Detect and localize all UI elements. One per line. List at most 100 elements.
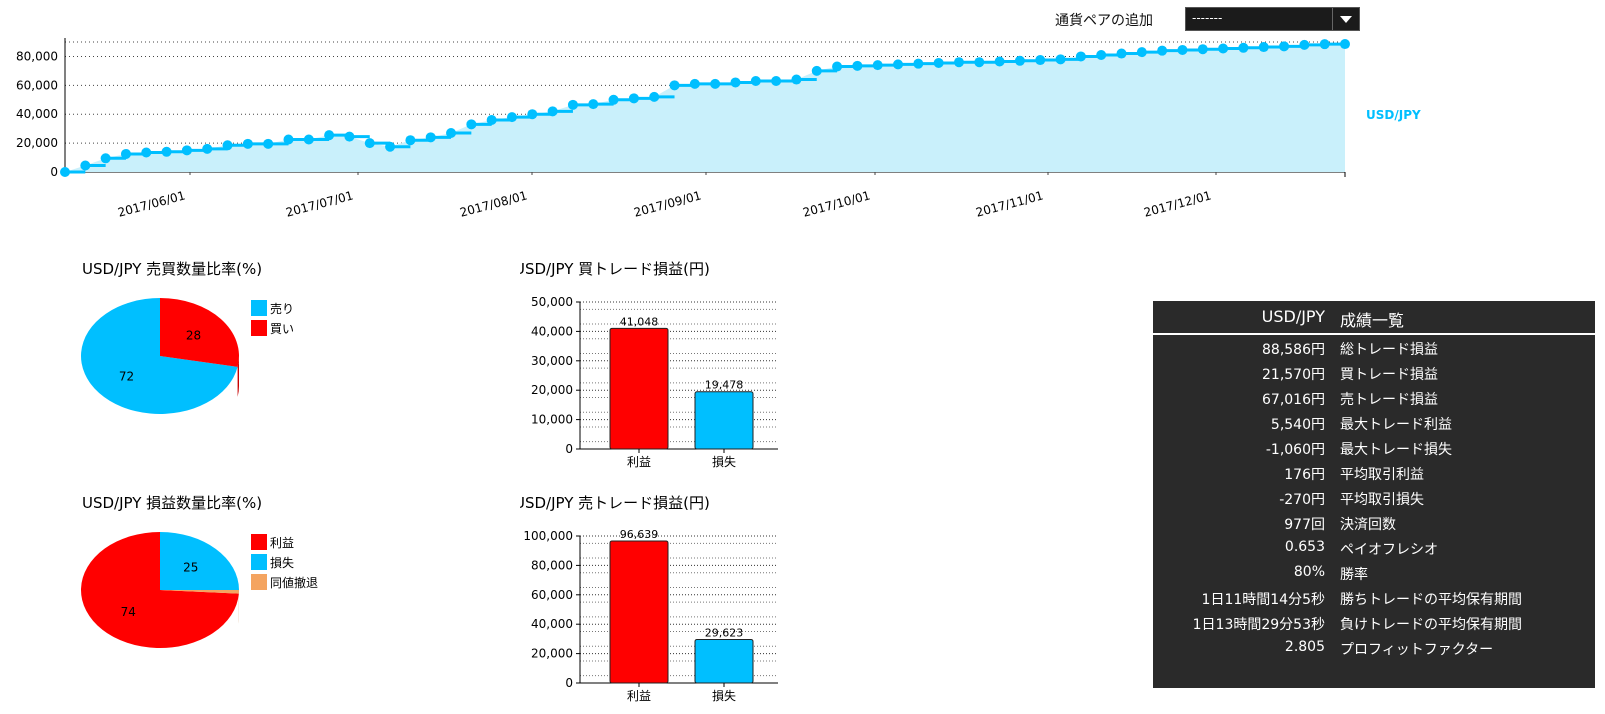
data-point (832, 61, 843, 72)
data-point (689, 78, 700, 89)
data-point (60, 167, 70, 177)
stats-label: 平均取引損失 (1340, 492, 1424, 508)
bar-value-label: 19,478 (705, 379, 744, 392)
y-tick-label: 40,000 (16, 107, 58, 121)
stats-value: 977回 (1284, 517, 1325, 533)
x-tick-label: 2017/09/01 (632, 188, 702, 219)
stats-label: 買トレード損益 (1340, 367, 1438, 383)
data-point (283, 134, 294, 145)
stats-header: USD/JPY 成績一覧 (1153, 301, 1595, 335)
y-tick-label: 80,000 (16, 49, 58, 63)
x-tick-label: 2017/12/01 (1142, 188, 1212, 219)
stats-label: プロフィットファクター (1340, 642, 1494, 658)
data-point (1197, 44, 1208, 55)
data-point (303, 134, 314, 145)
stats-label: 最大トレード利益 (1340, 417, 1452, 433)
stats-label: 負けトレードの平均保有期間 (1340, 617, 1522, 633)
data-point (1218, 43, 1229, 54)
data-point (100, 153, 111, 164)
data-point (872, 60, 883, 71)
pair-select[interactable]: ------- (1185, 7, 1360, 31)
stats-value: 1日11時間14分5秒 (1201, 592, 1325, 608)
bar (609, 327, 669, 450)
data-point (771, 76, 782, 86)
y-tick-label: 0 (565, 442, 573, 456)
data-point (527, 109, 538, 120)
legend-swatch (251, 320, 267, 336)
bar-title: USD/JPY 売トレード損益(円) (520, 494, 710, 512)
y-tick-label: 20,000 (531, 383, 573, 397)
y-tick-label: 100,000 (523, 529, 573, 543)
data-point (466, 119, 477, 130)
data-point (588, 99, 599, 110)
y-tick-label: 30,000 (531, 354, 573, 368)
bar (694, 638, 754, 684)
y-tick-label: 10,000 (531, 413, 573, 427)
data-point (1035, 55, 1046, 66)
data-point (567, 99, 578, 110)
data-point (486, 115, 497, 125)
x-tick-label: 2017/08/01 (458, 188, 528, 219)
data-point (1299, 39, 1310, 50)
data-point (1258, 42, 1269, 53)
stats-value: 88,586円 (1262, 342, 1325, 358)
data-point (120, 148, 131, 159)
x-tick-label: 2017/07/01 (284, 188, 354, 219)
cumulative-pnl-chart: 0 20,000 40,000 60,000 80,000 2017/06/01 2017/… (16, 38, 1421, 220)
data-point (669, 80, 680, 91)
data-point (710, 78, 721, 89)
data-point (628, 93, 639, 104)
y-tick-label: 60,000 (531, 588, 573, 602)
y-tick-label: 40,000 (531, 617, 573, 631)
data-point (1319, 39, 1330, 50)
stats-label: 売トレード損益 (1340, 392, 1438, 408)
x-tick-label: 利益 (627, 689, 651, 703)
area-fill (65, 44, 1345, 172)
stats-header-pair: USD/JPY (1261, 307, 1325, 326)
legend-swatch (251, 574, 267, 590)
x-tick-label: 2017/11/01 (974, 188, 1044, 219)
data-point (852, 60, 863, 71)
y-tick-label: 40,000 (531, 324, 573, 338)
data-point (425, 132, 436, 143)
data-point (893, 59, 904, 70)
pie-slice (160, 532, 239, 590)
data-point (1136, 47, 1147, 58)
data-point (730, 77, 741, 88)
chevron-down-icon[interactable] (1332, 8, 1359, 30)
legend-label: 買い (270, 322, 294, 336)
data-point (1075, 51, 1086, 62)
stats-label: 最大トレード損失 (1340, 442, 1452, 458)
legend-label: 利益 (270, 536, 294, 550)
data-point (344, 131, 355, 142)
stats-label: 総トレード損益 (1340, 342, 1438, 358)
data-point (750, 76, 761, 86)
stats-label: 決済回数 (1340, 517, 1396, 533)
data-point (1055, 54, 1066, 65)
pie-slice-label: 25 (183, 560, 198, 574)
y-tick-label: 20,000 (531, 647, 573, 661)
pie-title: USD/JPY 損益数量比率(%) (82, 494, 262, 512)
x-tick-label: 2017/06/01 (116, 188, 186, 219)
pie-slice-label: 74 (121, 605, 136, 619)
x-tick-label: 損失 (712, 688, 736, 703)
stats-value: 176円 (1284, 467, 1325, 483)
stats-row: 2.805 プロフィットファクター (1153, 635, 1595, 660)
legend-label: USD/JPY (1366, 108, 1421, 122)
buy-sell-ratio-pie: USD/JPY 売買数量比率(%) 72 28 売り買い (80, 260, 294, 414)
legend-label: 売り (270, 301, 294, 316)
pie-title: USD/JPY 売買数量比率(%) (82, 260, 262, 278)
stats-label: ペイオフレシオ (1340, 542, 1438, 558)
y-tick-label: 60,000 (16, 78, 58, 92)
pie-slice-label: 28 (186, 329, 201, 343)
data-point (1014, 55, 1025, 66)
bar (694, 391, 754, 450)
stats-row: 5,540円 最大トレード利益 (1153, 410, 1595, 435)
stats-value: -270円 (1279, 492, 1325, 508)
stats-table: USD/JPY 成績一覧 88,586円 総トレード損益 21,570円 買トレード損… (1153, 301, 1595, 688)
data-point (913, 58, 924, 69)
legend-swatch (251, 554, 267, 570)
data-point (446, 128, 457, 138)
y-tick-label: 80,000 (531, 558, 573, 572)
bar-value-label: 96,639 (620, 528, 659, 541)
